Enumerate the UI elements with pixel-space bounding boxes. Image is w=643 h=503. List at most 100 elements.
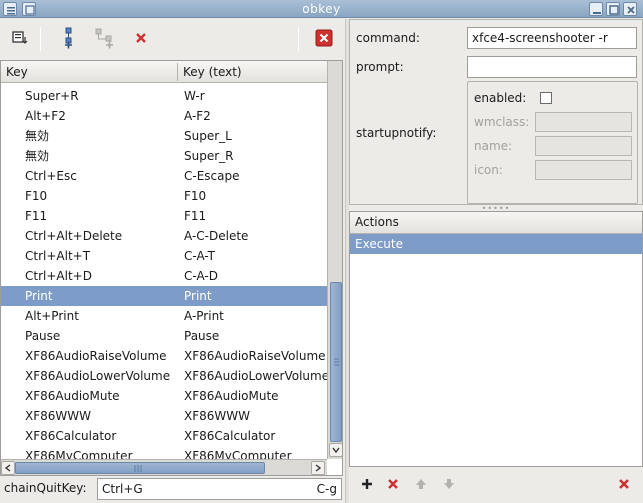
key-text-cell: A-C-Delete (184, 229, 249, 243)
scroll-left-button[interactable] (1, 461, 15, 475)
key-text-cell: XF86WWW (184, 409, 250, 423)
key-text-cell: C-A-T (184, 249, 215, 263)
delete-all-icon[interactable] (614, 474, 634, 494)
command-label: command: (356, 31, 420, 45)
scroll-down-button[interactable] (329, 443, 342, 457)
toolbar-separator (40, 27, 41, 51)
enabled-label: enabled: (474, 91, 527, 105)
key-list-row[interactable]: Ctrl+Alt+Delete A-C-Delete (1, 226, 327, 246)
key-list-row[interactable]: XF86Calculator XF86Calculator (1, 426, 327, 446)
key-cell: Ctrl+Alt+Delete (25, 229, 123, 243)
key-cell: F11 (25, 209, 48, 223)
key-cell: Print (25, 289, 53, 303)
key-cell: F10 (25, 189, 48, 203)
name-label: name: (474, 139, 513, 153)
remove-icon[interactable] (383, 474, 403, 494)
key-cell: Ctrl+Esc (25, 169, 77, 183)
window-title: obkey (302, 2, 341, 16)
prompt-input[interactable] (467, 56, 637, 78)
key-list-row[interactable]: XF86AudioRaiseVolume XF86AudioRaiseVolume (1, 346, 327, 366)
key-cell: XF86WWW (25, 409, 91, 423)
key-text-cell: Pause (184, 329, 220, 343)
key-text-cell: XF86AudioLowerVolume (184, 369, 327, 383)
key-list-row[interactable]: Ctrl+Alt+T C-A-T (1, 246, 327, 266)
key-text-cell: C-A-D (184, 269, 218, 283)
key-list-row[interactable]: XF86WWW XF86WWW (1, 406, 327, 426)
key-list-row[interactable]: F11 F11 (1, 206, 327, 226)
key-list-header: Key Key (text) (1, 61, 327, 83)
actions-rows: Execute (350, 234, 642, 254)
horizontal-scroll-thumb[interactable] (15, 462, 265, 474)
key-text-cell: Print (184, 289, 212, 303)
enabled-checkbox[interactable] (540, 92, 552, 104)
key-list-row[interactable]: Super+R W-r (1, 86, 327, 106)
key-list-row[interactable]: Ctrl+Alt+D C-A-D (1, 266, 327, 286)
wmclass-input[interactable] (535, 112, 632, 132)
startupnotify-frame: enabled: wmclass: name: icon: (467, 81, 638, 204)
prompt-label: prompt: (356, 60, 404, 74)
key-text-cell: W-r (184, 89, 205, 103)
key-list-row[interactable]: Pause Pause (1, 326, 327, 346)
action-item[interactable]: Execute (350, 234, 642, 254)
quit-icon[interactable] (313, 27, 335, 49)
maximize-icon[interactable] (606, 2, 620, 16)
column-header-key[interactable]: Key (6, 65, 28, 79)
name-input[interactable] (535, 136, 632, 156)
key-list-row[interactable]: Ctrl+Esc C-Escape (1, 166, 327, 186)
chain-quit-bar: chainQuitKey: Ctrl+G C-g (0, 476, 345, 503)
key-text-cell: F11 (184, 209, 207, 223)
chain-quit-key-input[interactable]: Ctrl+G C-g (97, 478, 342, 500)
startupnotify-label: startupnotify: (356, 126, 437, 140)
move-up-icon[interactable] (411, 474, 431, 494)
wmclass-label: wmclass: (474, 115, 530, 129)
scroll-right-button[interactable] (311, 461, 325, 475)
key-cell: 無効 (25, 149, 50, 163)
insert-child-disabled-icon[interactable] (94, 27, 116, 49)
horizontal-scrollbar[interactable] (1, 459, 327, 475)
key-cell: Ctrl+Alt+D (25, 269, 92, 283)
move-down-icon[interactable] (439, 474, 459, 494)
key-text-cell: A-F2 (184, 109, 211, 123)
key-list-row[interactable]: 無効 Super_R (1, 146, 327, 166)
insert-sibling-icon[interactable] (9, 27, 31, 49)
command-value: xfce4-screenshooter -r (472, 31, 608, 45)
delete-icon[interactable] (130, 27, 152, 49)
actions-header[interactable]: Actions (350, 212, 642, 234)
column-divider[interactable] (177, 63, 178, 81)
key-text-cell: Super_R (184, 149, 234, 163)
vertical-scroll-thumb[interactable] (330, 282, 342, 442)
key-cell: Pause (25, 329, 61, 343)
key-list-row[interactable]: XF86AudioMute XF86AudioMute (1, 386, 327, 406)
chain-quit-key-text: C-g (316, 482, 337, 496)
key-text-cell: XF86AudioMute (184, 389, 279, 403)
key-list[interactable]: Key Key (text) Super+R W-r Alt+F2 A-F2 無効 Sup… (0, 60, 343, 476)
icon-input[interactable] (535, 160, 632, 180)
key-list-row[interactable]: 無効 Super_L (1, 126, 327, 146)
key-cell: Alt+F2 (25, 109, 66, 123)
toolbar-separator (298, 27, 299, 51)
add-icon[interactable] (357, 474, 377, 494)
minimize-icon[interactable] (589, 2, 603, 16)
key-text-cell: XF86Calculator (184, 429, 276, 443)
command-input[interactable]: xfce4-screenshooter -r (467, 27, 637, 49)
actions-list[interactable]: Actions Execute (349, 211, 643, 467)
key-cell: XF86AudioLowerVolume (25, 369, 171, 383)
key-toolbar (0, 19, 345, 59)
title-bar: obkey (0, 0, 643, 18)
insert-child-icon[interactable] (58, 27, 80, 49)
column-header-key-text[interactable]: Key (text) (183, 65, 242, 79)
key-cell: 無効 (25, 129, 50, 143)
key-cell: Alt+Print (25, 309, 79, 323)
key-list-row[interactable]: Alt+F2 A-F2 (1, 106, 327, 126)
close-icon[interactable] (623, 2, 637, 16)
key-list-row[interactable]: Print Print (1, 286, 327, 306)
chain-quit-key-value: Ctrl+G (102, 482, 143, 496)
key-cell: Ctrl+Alt+T (25, 249, 91, 263)
icon-label: icon: (474, 163, 503, 177)
key-cell: XF86Calculator (25, 429, 117, 443)
key-list-row[interactable]: Alt+Print A-Print (1, 306, 327, 326)
vertical-scrollbar[interactable] (327, 61, 342, 459)
key-list-row[interactable]: F10 F10 (1, 186, 327, 206)
action-toolbar (349, 470, 643, 500)
key-list-row[interactable]: XF86AudioLowerVolume XF86AudioLowerVolume (1, 366, 327, 386)
